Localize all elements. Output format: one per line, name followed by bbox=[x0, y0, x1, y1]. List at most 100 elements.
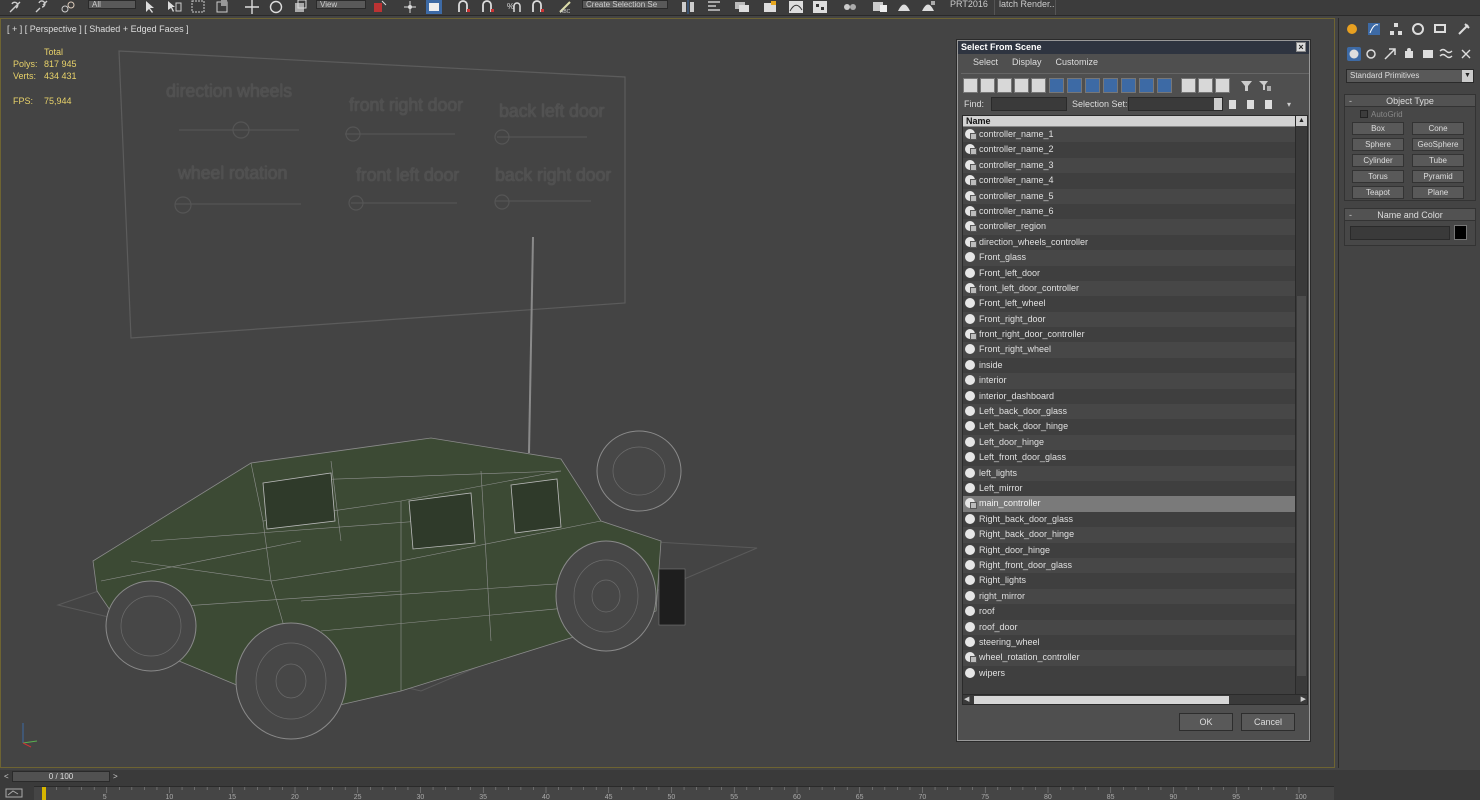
create-cylinder-button[interactable]: Cylinder bbox=[1352, 154, 1404, 167]
render-production-icon[interactable] bbox=[920, 0, 936, 14]
list-item[interactable]: Left_front_door_glass bbox=[963, 450, 1297, 465]
list-item[interactable]: Right_back_door_glass bbox=[963, 512, 1297, 527]
horizontal-scroll-thumb[interactable] bbox=[974, 696, 1229, 704]
display-frozen-icon[interactable] bbox=[1139, 78, 1154, 93]
scroll-left-icon[interactable]: ◀ bbox=[964, 696, 969, 704]
list-item[interactable]: direction_wheels_controller bbox=[963, 235, 1297, 250]
list-item[interactable]: Left_door_hinge bbox=[963, 434, 1297, 451]
create-plane-button[interactable]: Plane bbox=[1412, 186, 1464, 199]
selection-set-combo[interactable] bbox=[1128, 97, 1223, 111]
align-icon[interactable] bbox=[706, 0, 722, 14]
graphite-tools-icon[interactable] bbox=[762, 0, 778, 14]
filter-settings-icon[interactable] bbox=[1257, 78, 1272, 93]
list-item[interactable]: left_lights bbox=[963, 465, 1297, 481]
list-item[interactable]: Front_left_wheel bbox=[963, 296, 1297, 311]
display-containers-icon[interactable] bbox=[1121, 78, 1136, 93]
list-item[interactable]: wheel_rotation_controller bbox=[963, 650, 1297, 666]
frame-ruler[interactable]: 5 10 15 20 25 30 35 40 45 50 55 60 65 70 75 80 85 90 95 100 bbox=[34, 786, 1334, 800]
batch-render-button[interactable]: latch Render.. bbox=[994, 0, 1056, 15]
display-groups-icon[interactable] bbox=[1067, 78, 1082, 93]
list-item[interactable]: roof bbox=[963, 604, 1297, 619]
rotate-icon[interactable] bbox=[268, 0, 284, 14]
list-item[interactable]: right_mirror bbox=[963, 588, 1297, 605]
list-horizontal-scrollbar[interactable]: ◀ ▶ bbox=[962, 694, 1308, 705]
chevron-down-icon[interactable]: ▼ bbox=[1462, 70, 1473, 82]
list-item[interactable]: Front_glass bbox=[963, 250, 1297, 266]
viewport-label[interactable]: [ + ] [ Perspective ] [ Shaded + Edged F… bbox=[7, 24, 189, 34]
display-none-icon[interactable] bbox=[1198, 78, 1213, 93]
display-xrefs-icon[interactable] bbox=[1085, 78, 1100, 93]
geometry-category-icon[interactable] bbox=[1347, 47, 1361, 61]
list-item[interactable]: Right_lights bbox=[963, 573, 1297, 588]
list-item[interactable]: interior_dashboard bbox=[963, 389, 1297, 404]
cancel-button[interactable]: Cancel bbox=[1241, 713, 1295, 731]
prt-label[interactable]: PRT2016 bbox=[950, 0, 988, 9]
reference-coord-combo[interactable]: View bbox=[316, 0, 366, 9]
create-geosphere-button[interactable]: GeoSphere bbox=[1412, 138, 1464, 151]
rect-selection-icon[interactable] bbox=[190, 0, 206, 14]
keyboard-shortcut-override-icon[interactable] bbox=[426, 0, 442, 14]
close-icon[interactable]: × bbox=[1296, 42, 1306, 52]
current-frame-marker[interactable] bbox=[42, 787, 46, 800]
list-item[interactable]: wipers bbox=[963, 666, 1297, 681]
link-icon[interactable] bbox=[8, 0, 24, 14]
display-helpers-icon[interactable] bbox=[1031, 78, 1046, 93]
create-teapot-button[interactable]: Teapot bbox=[1352, 186, 1404, 199]
primitive-category-dropdown[interactable]: Standard Primitives ▼ bbox=[1346, 69, 1474, 83]
scroll-up-icon[interactable]: ▲ bbox=[1296, 116, 1307, 126]
helpers-category-icon[interactable] bbox=[1421, 47, 1435, 61]
list-item[interactable]: controller_name_3 bbox=[963, 157, 1297, 174]
list-item[interactable]: controller_name_6 bbox=[963, 204, 1297, 219]
create-tube-button[interactable]: Tube bbox=[1412, 154, 1464, 167]
display-all-icon[interactable] bbox=[1181, 78, 1196, 93]
object-color-swatch[interactable] bbox=[1454, 225, 1467, 240]
display-geometry-icon[interactable] bbox=[963, 78, 978, 93]
list-item[interactable]: steering_wheel bbox=[963, 635, 1297, 650]
edit-named-selection-icon[interactable]: ABC bbox=[558, 0, 574, 15]
list-item[interactable]: inside bbox=[963, 358, 1297, 373]
invert-display-icon[interactable] bbox=[1215, 78, 1230, 93]
list-item[interactable]: controller_name_1 bbox=[963, 127, 1297, 143]
object-name-input[interactable] bbox=[1350, 226, 1450, 240]
list-item[interactable]: front_left_door_controller bbox=[963, 280, 1297, 297]
material-editor-icon[interactable] bbox=[842, 0, 858, 14]
column-header-name[interactable]: Name bbox=[963, 116, 1297, 127]
list-item[interactable]: Front_left_door bbox=[963, 266, 1297, 281]
menu-display[interactable]: Display bbox=[1012, 54, 1048, 71]
list-vertical-scrollbar[interactable]: ▲ ▼ bbox=[1295, 116, 1307, 704]
name-color-header[interactable]: - Name and Color bbox=[1345, 209, 1475, 221]
list-item[interactable]: Right_front_door_glass bbox=[963, 557, 1297, 574]
select-object-icon[interactable] bbox=[142, 0, 158, 14]
create-cone-button[interactable]: Cone bbox=[1412, 122, 1464, 135]
utilities-tab-icon[interactable] bbox=[1457, 22, 1471, 36]
list-item[interactable]: controller_name_2 bbox=[963, 142, 1297, 157]
display-space-warps-icon[interactable] bbox=[1049, 78, 1064, 93]
remove-from-selection-set-icon[interactable] bbox=[1263, 98, 1275, 110]
options-arrow-icon[interactable]: ▾ bbox=[1287, 100, 1291, 109]
menu-customize[interactable]: Customize bbox=[1056, 54, 1105, 71]
list-item[interactable]: front_right_door_controller bbox=[963, 327, 1297, 342]
list-item[interactable]: main_controller bbox=[963, 496, 1297, 512]
find-input[interactable] bbox=[991, 97, 1067, 111]
list-item[interactable]: controller_region bbox=[963, 219, 1297, 235]
scroll-right-icon[interactable]: ▶ bbox=[1301, 696, 1306, 704]
mirror-icon[interactable] bbox=[680, 0, 696, 14]
create-tab-icon[interactable] bbox=[1345, 22, 1359, 36]
create-sphere-button[interactable]: Sphere bbox=[1352, 138, 1404, 151]
display-tab-icon[interactable] bbox=[1433, 22, 1447, 36]
dialog-title-bar[interactable]: Select From Scene × bbox=[958, 41, 1309, 54]
schematic-view-icon[interactable] bbox=[812, 0, 828, 14]
pivot-center-icon[interactable] bbox=[372, 0, 388, 14]
list-item[interactable]: Right_back_door_hinge bbox=[963, 527, 1297, 543]
add-to-selection-set-icon[interactable] bbox=[1245, 98, 1257, 110]
lights-category-icon[interactable] bbox=[1383, 47, 1397, 61]
window-crossing-icon[interactable] bbox=[214, 0, 230, 14]
list-item[interactable]: controller_name_4 bbox=[963, 173, 1297, 188]
object-type-header[interactable]: - Object Type bbox=[1345, 95, 1475, 107]
display-shapes-icon[interactable] bbox=[980, 78, 995, 93]
list-item[interactable]: Front_right_door bbox=[963, 311, 1297, 328]
layer-manager-icon[interactable] bbox=[734, 0, 750, 14]
time-slider[interactable]: 0 / 100 bbox=[12, 771, 110, 782]
hierarchy-tab-icon[interactable] bbox=[1389, 22, 1403, 36]
list-item[interactable]: Front_right_wheel bbox=[963, 342, 1297, 358]
